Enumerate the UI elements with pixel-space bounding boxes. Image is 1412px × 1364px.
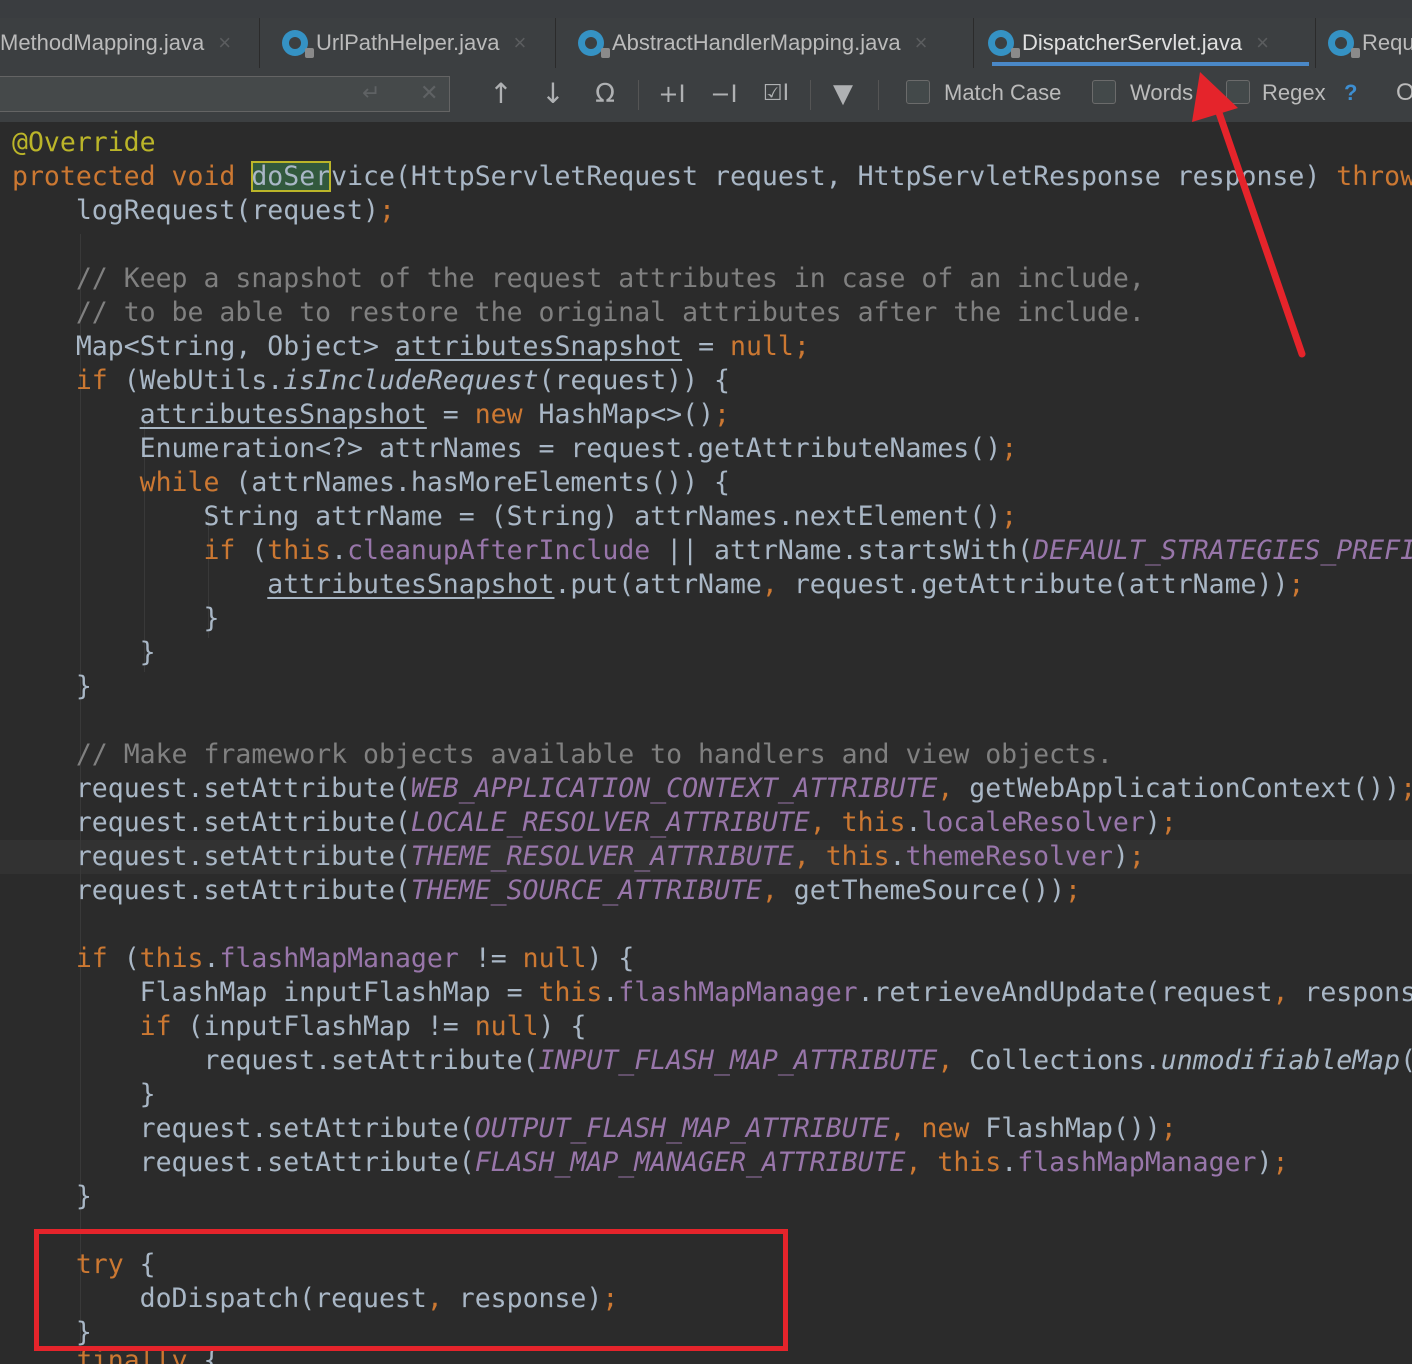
arrow-shaft bbox=[1212, 100, 1306, 358]
red-arrow-annotation bbox=[1192, 72, 1306, 358]
arrow-head bbox=[1192, 72, 1238, 122]
